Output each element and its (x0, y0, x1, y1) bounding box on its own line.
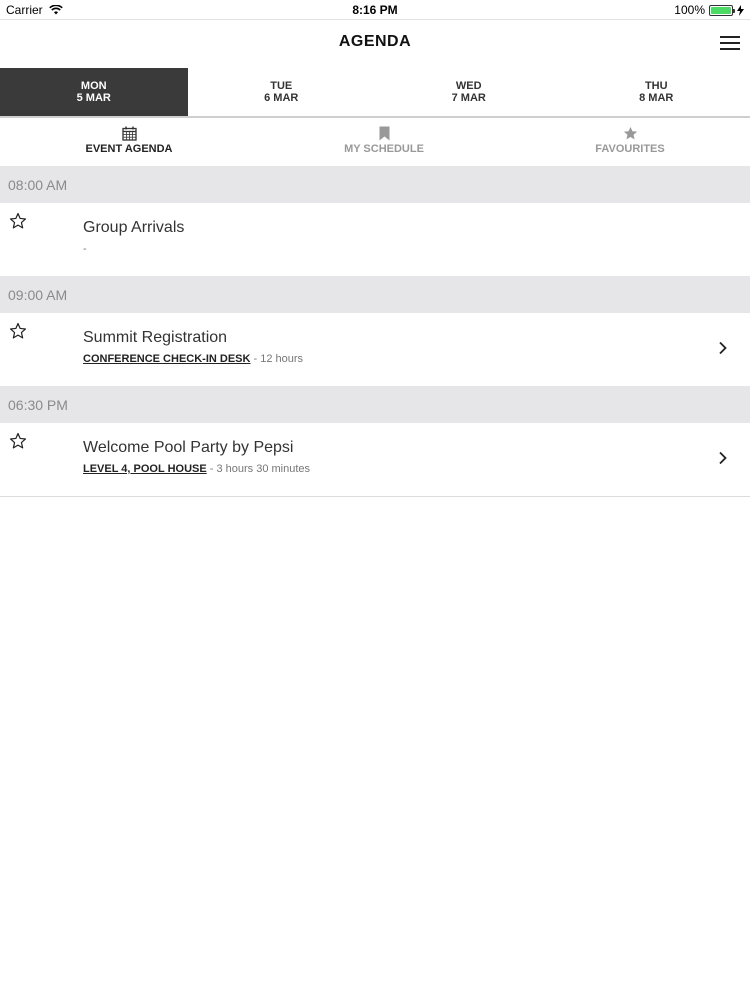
list-divider (0, 496, 750, 497)
day-tab-day: TUE (270, 80, 293, 92)
session-details: LEVEL 4, POOL HOUSE - 3 hours 30 minutes (83, 463, 310, 475)
tab-favourites[interactable]: FAVOURITES (510, 120, 750, 166)
day-tab-date: 8 MAR (639, 92, 674, 104)
calendar-icon (121, 126, 137, 141)
day-tab-thu[interactable]: THU 8 MAR (563, 68, 750, 116)
star-outline-icon[interactable] (9, 212, 27, 230)
session-title: Summit Registration (83, 329, 228, 346)
session-location[interactable]: LEVEL 4, POOL HOUSE (83, 463, 207, 475)
tab-favourites-label: FAVOURITES (595, 143, 665, 155)
chevron-right-icon (719, 451, 727, 465)
agenda-item-group-arrivals[interactable]: Group Arrivals - (0, 203, 750, 276)
hamburger-menu-icon (720, 36, 740, 38)
star-outline-icon[interactable] (9, 322, 27, 340)
battery-percent: 100% (674, 3, 705, 17)
tab-my-schedule[interactable]: MY SCHEDULE (258, 120, 510, 166)
agenda-mode-tabs: EVENT AGENDA MY SCHEDULE FAVOURITES (0, 120, 750, 166)
tab-event-agenda-label: EVENT AGENDA (85, 143, 173, 155)
agenda-item-welcome-pool-party[interactable]: Welcome Pool Party by Pepsi LEVEL 4, POO… (0, 423, 750, 496)
day-tab-date: 7 MAR (451, 92, 486, 104)
session-duration: - 12 hours (250, 353, 304, 365)
battery-icon (709, 4, 735, 16)
day-tab-day: MON (80, 80, 107, 92)
time-slot-header: 06:30 PM (0, 386, 750, 423)
star-filled-icon (623, 126, 637, 139)
session-duration: - (83, 243, 87, 255)
chevron-right-icon (719, 341, 727, 355)
day-tab-date: 6 MAR (264, 92, 299, 104)
status-time: 8:16 PM (352, 3, 398, 17)
session-location[interactable]: CONFERENCE CHECK-IN DESK (83, 353, 250, 365)
session-title: Welcome Pool Party by Pepsi (83, 439, 294, 456)
session-duration: - 3 hours 30 minutes (206, 463, 311, 475)
bookmark-icon (379, 126, 389, 140)
page-title: AGENDA (338, 33, 412, 50)
time-slot-header: 08:00 AM (0, 166, 750, 203)
tab-event-agenda[interactable]: EVENT AGENDA (0, 120, 258, 166)
session-details: CONFERENCE CHECK-IN DESK - 12 hours (83, 353, 303, 365)
time-slot-header: 09:00 AM (0, 276, 750, 313)
agenda-item-summit-registration[interactable]: Summit Registration CONFERENCE CHECK-IN … (0, 313, 750, 386)
charging-bolt-icon (737, 4, 744, 16)
status-bar: Carrier 8:16 PM 100% (0, 0, 750, 19)
day-tab-date: 5 MAR (76, 92, 111, 104)
day-tab-wed[interactable]: WED 7 MAR (375, 68, 563, 116)
navigation-bar: AGENDA (0, 19, 750, 68)
session-title: Group Arrivals (83, 219, 185, 236)
day-tab-day: THU (644, 80, 668, 92)
agenda-list: 08:00 AM Group Arrivals - 09:00 AM Summi… (0, 166, 750, 497)
day-tab-tue[interactable]: TUE 6 MAR (188, 68, 376, 116)
star-outline-icon[interactable] (9, 432, 27, 450)
day-tab-day: WED (455, 80, 482, 92)
day-tab-mon[interactable]: MON 5 MAR (0, 68, 188, 116)
tab-my-schedule-label: MY SCHEDULE (344, 143, 424, 155)
day-tabs: MON 5 MAR TUE 6 MAR WED 7 MAR THU 8 MAR (0, 68, 750, 118)
session-details: - (83, 243, 87, 255)
menu-button[interactable] (720, 36, 740, 52)
